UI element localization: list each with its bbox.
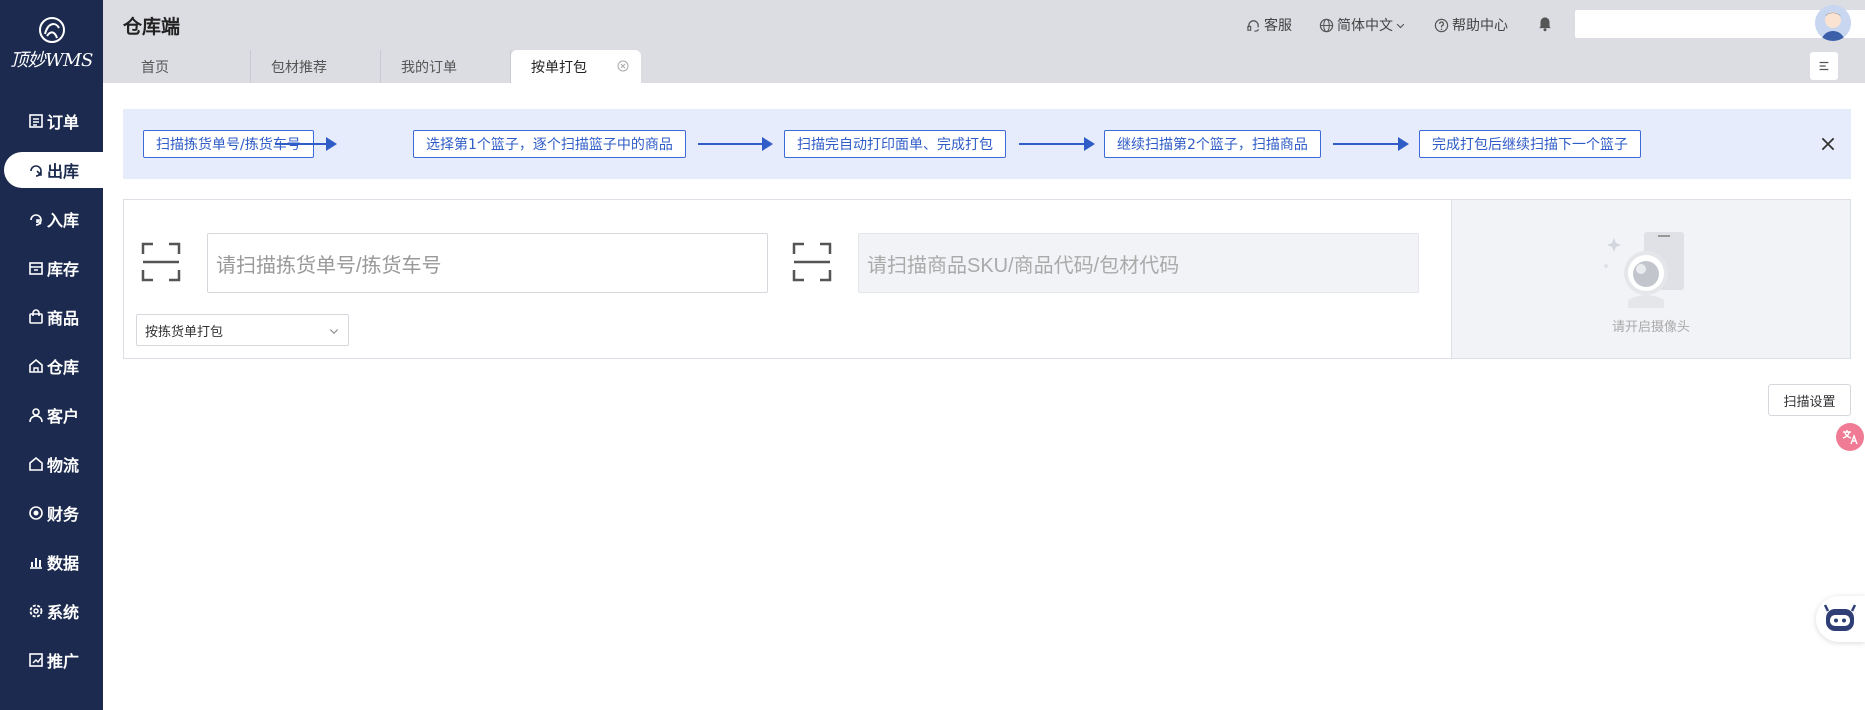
pack-mode-value: 按拣货单打包 (145, 324, 224, 340)
pick-order-placeholder: 请扫描拣货单号/拣货车号 (216, 254, 442, 277)
customer-icon (29, 408, 43, 423)
step-2: 选择第1个篮子，逐个扫描篮子中的商品 (413, 130, 686, 158)
sidebar-item-label: 仓库 (46, 358, 79, 377)
help-center-label: 帮助中心 (1452, 18, 1508, 34)
scan-settings-button[interactable]: 扫描设置 (1768, 384, 1851, 416)
sidebar-item-data[interactable]: 数据 (4, 544, 103, 580)
sidebar-item-label: 财务 (46, 505, 79, 524)
camera-panel: 请开启摄像头 (1451, 199, 1851, 359)
language-label: 简体中文 (1337, 18, 1393, 34)
sidebar-item-label: 订单 (46, 113, 79, 132)
step-3: 扫描完自动打印面单、完成打包 (784, 130, 1006, 158)
sidebar-item-orders[interactable]: 订单 (4, 103, 103, 139)
user-avatar-icon (1815, 5, 1851, 41)
help-center-link[interactable]: 帮助中心 (1434, 15, 1508, 35)
sidebar-item-label: 入库 (46, 211, 79, 230)
globe-icon (1319, 18, 1334, 32)
language-selector[interactable]: 简体中文 (1319, 15, 1409, 35)
arrow-4 (1333, 137, 1409, 151)
warehouse-icon (29, 358, 43, 373)
step-5: 完成打包后继续扫描下一个篮子 (1419, 130, 1641, 158)
pick-order-scan-input[interactable]: 请扫描拣货单号/拣货车号 (207, 233, 768, 293)
sidebar-item-label: 库存 (46, 260, 79, 279)
arrow-3 (1019, 137, 1095, 151)
page-tabs: 首页 包材推荐 我的订单 按单打包 (121, 50, 641, 83)
customer-service-label: 客服 (1264, 18, 1292, 34)
tab-home[interactable]: 首页 (121, 50, 251, 83)
tab-my-orders[interactable]: 我的订单 (381, 50, 511, 83)
sidebar-item-inventory[interactable]: 库存 (4, 250, 103, 286)
sidebar-item-products[interactable]: 商品 (4, 299, 103, 335)
sidebar-item-finance[interactable]: 财务 (4, 495, 103, 531)
scan-frame-icon (141, 242, 181, 282)
tab-menu-button[interactable] (1810, 52, 1838, 80)
order-icon (29, 114, 43, 128)
step-4: 继续扫描第2个篮子，扫描商品 (1104, 130, 1321, 158)
tab-label: 我的订单 (401, 59, 457, 76)
logo-text: 顶妙WMS (10, 50, 93, 71)
product-bag-icon (29, 309, 43, 324)
camera-prompt-text: 请开启摄像头 (1611, 320, 1690, 335)
arrow-1 (275, 137, 337, 151)
avatar[interactable] (1815, 5, 1851, 41)
promotion-icon (29, 653, 43, 667)
packing-steps-banner: 扫描拣货单号/拣货车号 选择第1个篮子，逐个扫描篮子中的商品 扫描完自动打印面单… (123, 109, 1851, 179)
sidebar-item-system[interactable]: 系统 (4, 593, 103, 629)
chevron-down-icon (1396, 23, 1405, 28)
tab-pack-by-order[interactable]: 按单打包 (511, 50, 641, 83)
scan-panel: 请扫描拣货单号/拣货车号 请扫描商品SKU/商品代码/包材代码 按拣货单打包 (123, 199, 1452, 359)
sidebar-item-label: 出库 (46, 162, 79, 181)
arrow-2 (698, 137, 773, 151)
sidebar-item-label: 商品 (46, 309, 79, 328)
scan-frame-icon (792, 242, 832, 282)
logo-icon (38, 17, 65, 43)
gear-icon (29, 604, 43, 618)
tab-packaging-recommendation[interactable]: 包材推荐 (251, 50, 381, 83)
help-icon (1434, 18, 1449, 32)
close-icon[interactable] (1819, 135, 1837, 153)
inbound-icon (30, 214, 42, 226)
translate-button[interactable] (1836, 423, 1864, 451)
inventory-icon (29, 262, 43, 275)
sidebar-item-label: 客户 (46, 407, 79, 426)
close-tab-icon[interactable] (617, 60, 629, 72)
pack-mode-select[interactable]: 按拣货单打包 (136, 314, 349, 346)
sidebar-item-customers[interactable]: 客户 (4, 397, 103, 433)
translate-icon (1842, 430, 1858, 445)
bell-icon[interactable] (1536, 14, 1554, 32)
sidebar-item-promotion[interactable]: 推广 (4, 642, 103, 678)
finance-icon (29, 506, 43, 520)
customer-service-link[interactable]: 客服 (1246, 15, 1292, 35)
data-chart-icon (29, 558, 42, 569)
sidebar-item-inbound[interactable]: 入库 (4, 201, 103, 237)
tab-label: 首页 (141, 59, 169, 76)
camera-icon (1604, 232, 1684, 308)
ai-assistant-button[interactable] (1816, 596, 1865, 642)
sidebar-item-label: 数据 (46, 554, 79, 573)
sidebar-item-warehouse[interactable]: 仓库 (4, 348, 103, 384)
logistics-icon (29, 456, 43, 471)
chevron-down-icon (329, 329, 339, 335)
app-logo[interactable]: 顶妙WMS (0, 16, 103, 76)
tab-label: 包材推荐 (271, 59, 327, 76)
sidebar-item-outbound[interactable]: 出库 (4, 152, 103, 188)
sidebar-item-label: 系统 (46, 603, 79, 622)
scan-settings-label: 扫描设置 (1783, 394, 1836, 410)
outbound-icon (30, 165, 42, 177)
sku-placeholder: 请扫描商品SKU/商品代码/包材代码 (867, 254, 1180, 277)
sku-scan-input[interactable]: 请扫描商品SKU/商品代码/包材代码 (858, 233, 1419, 293)
page-title: 仓库端 (123, 16, 181, 38)
sidebar-item-label: 推广 (46, 652, 79, 671)
tab-label: 按单打包 (531, 59, 587, 76)
sidebar-item-logistics[interactable]: 物流 (4, 446, 103, 482)
top-header: 仓库端 客服 简体中文 帮助中心 首页 包材推荐 我的订单 按单打包 (103, 0, 1865, 83)
menu-icon (1819, 61, 1829, 71)
sidebar-item-label: 物流 (46, 456, 79, 475)
sidebar: 顶妙WMS 订单 出库 入库 库存 商品 仓库 客户 物流 财务 数据 系统 推… (0, 0, 103, 710)
headset-icon (1247, 19, 1259, 32)
robot-icon (1823, 604, 1857, 631)
